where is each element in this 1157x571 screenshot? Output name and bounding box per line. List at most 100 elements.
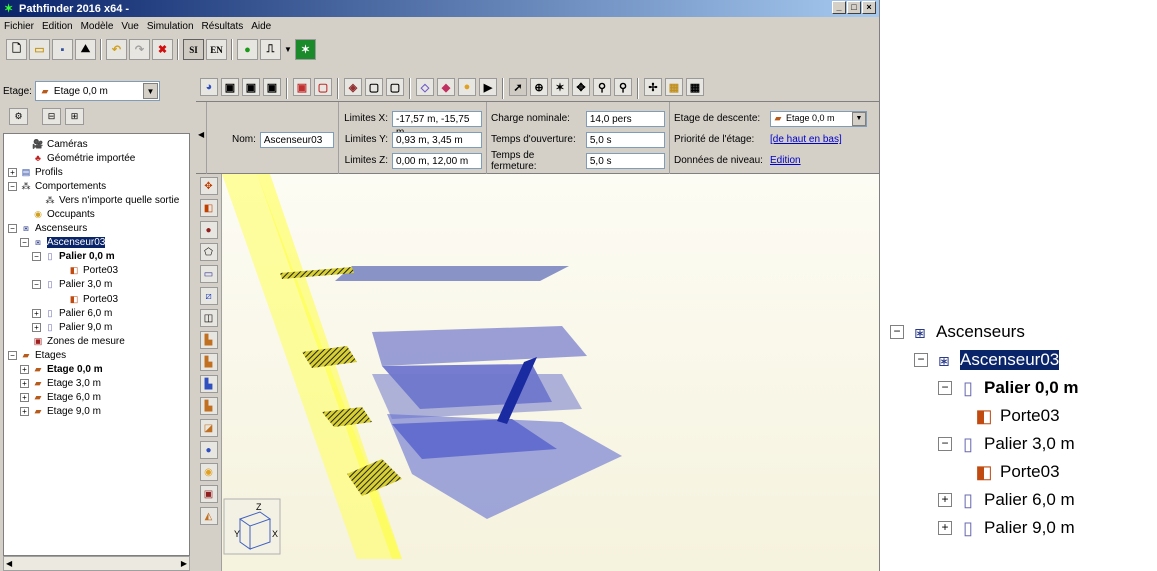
opening-time-input[interactable]: 5,0 s bbox=[585, 131, 665, 148]
tree-item[interactable]: ◧ Porte03 bbox=[4, 264, 189, 278]
menu-fichier[interactable]: Fichier bbox=[4, 21, 34, 32]
axis-gizmo[interactable]: Z X Y bbox=[223, 498, 281, 555]
minimize-button[interactable]: _ bbox=[832, 1, 846, 14]
tree-item[interactable]: ◉ Occupants bbox=[4, 207, 189, 221]
maximize-button[interactable]: □ bbox=[847, 1, 861, 14]
limits-x-input[interactable]: -17,57 m, -15,75 m bbox=[392, 110, 482, 138]
collapse-toggle-icon[interactable]: − bbox=[8, 224, 17, 234]
occupant-tool-icon[interactable]: ● bbox=[199, 221, 218, 239]
layers-icon[interactable]: ◇ bbox=[416, 78, 434, 96]
undo-icon[interactable]: ↶ bbox=[106, 39, 127, 60]
elevator-tool-icon[interactable]: ▙ bbox=[199, 331, 218, 349]
collapse-toggle-icon[interactable]: − bbox=[890, 325, 904, 339]
rect-room-tool-icon[interactable]: ▭ bbox=[199, 265, 218, 283]
stair-tool-icon[interactable]: ⧄ bbox=[199, 287, 218, 305]
camera-view-icon[interactable]: ▶ bbox=[479, 78, 497, 96]
tree-item[interactable]: − ▯ Palier 0,0 m bbox=[882, 374, 1157, 402]
floor-priority-link[interactable]: [de haut en bas] bbox=[770, 134, 842, 145]
expand-all-icon[interactable]: ⊞ bbox=[65, 108, 84, 125]
close-button[interactable]: × bbox=[862, 1, 876, 14]
si-units-button[interactable]: SI bbox=[183, 39, 204, 60]
tree-item[interactable]: ♣ Géométrie importée bbox=[4, 151, 189, 165]
new-file-icon[interactable]: 🗋 bbox=[6, 39, 27, 60]
expand-toggle-icon[interactable]: + bbox=[8, 167, 17, 177]
tree-item[interactable]: − ⁂ Comportements bbox=[4, 179, 189, 193]
orbit-icon[interactable]: ⊕ bbox=[530, 78, 548, 96]
tree-item[interactable]: ▣ Zones de mesure bbox=[4, 334, 189, 348]
menu-edition[interactable]: Edition bbox=[42, 21, 73, 32]
person-tool-icon[interactable]: ● bbox=[199, 441, 218, 459]
measure-tool-icon[interactable]: ▣ bbox=[199, 485, 218, 503]
chevron-down-icon[interactable]: ▼ bbox=[142, 83, 158, 99]
menu-resultats[interactable]: Résultats bbox=[202, 21, 244, 32]
collapse-toggle-icon[interactable]: − bbox=[914, 353, 928, 367]
zoom-box-icon[interactable]: ⚲ bbox=[614, 78, 632, 96]
view-top-icon[interactable]: ▣ bbox=[221, 78, 239, 96]
collapse-panel-icon[interactable]: ◀ bbox=[198, 130, 204, 139]
expand-toggle-icon[interactable]: + bbox=[32, 322, 41, 332]
wireframe-icon[interactable]: ▢ bbox=[365, 78, 383, 96]
scroll-right-icon[interactable]: ▶ bbox=[181, 559, 187, 568]
door-tool-icon[interactable]: ◧ bbox=[199, 199, 218, 217]
collapse-toggle-icon[interactable]: − bbox=[8, 350, 17, 360]
tree-item[interactable]: + ▯ Palier 6,0 m bbox=[882, 486, 1157, 514]
results-icon[interactable]: ⎍ bbox=[260, 39, 281, 60]
collapse-all-icon[interactable]: ⊟ bbox=[42, 108, 61, 125]
stair-up-tool-icon[interactable]: ▙ bbox=[199, 397, 218, 415]
closing-time-input[interactable]: 5,0 s bbox=[585, 152, 665, 169]
tree-item[interactable]: + ▤ Profils bbox=[4, 165, 189, 179]
walk-icon[interactable]: ✶ bbox=[551, 78, 569, 96]
collapse-toggle-icon[interactable]: − bbox=[938, 381, 952, 395]
floor-plate-0m[interactable] bbox=[387, 414, 622, 519]
tree-horizontal-scrollbar[interactable]: ◀ ▶ bbox=[3, 556, 190, 571]
zoom-icon[interactable]: ⚲ bbox=[593, 78, 611, 96]
expand-toggle-icon[interactable]: + bbox=[938, 521, 952, 535]
menu-vue[interactable]: Vue bbox=[121, 21, 138, 32]
expand-toggle-icon[interactable]: + bbox=[20, 407, 29, 417]
nominal-load-input[interactable]: 14,0 pers bbox=[585, 110, 665, 127]
exit-runner-icon[interactable]: ✶ bbox=[295, 39, 316, 60]
collapse-toggle-icon[interactable]: − bbox=[32, 252, 41, 262]
solid-icon[interactable]: ▢ bbox=[386, 78, 404, 96]
show-walls-icon[interactable]: ▢ bbox=[314, 78, 332, 96]
expand-toggle-icon[interactable]: + bbox=[938, 493, 952, 507]
level-data-link[interactable]: Edition bbox=[770, 155, 801, 166]
run-simulation-icon[interactable]: ● bbox=[237, 39, 258, 60]
render-mode-icon[interactable]: ◈ bbox=[344, 78, 362, 96]
show-geometry-icon[interactable]: ▣ bbox=[293, 78, 311, 96]
tree-item[interactable]: ◧ Porte03 bbox=[882, 458, 1157, 486]
box-tool-icon[interactable]: ◪ bbox=[199, 419, 218, 437]
tree-item[interactable]: + ▯ Palier 6,0 m bbox=[4, 306, 189, 320]
menu-simulation[interactable]: Simulation bbox=[147, 21, 194, 32]
view-side-icon[interactable]: ▣ bbox=[263, 78, 281, 96]
limits-y-input[interactable]: 0,93 m, 3,45 m bbox=[392, 131, 482, 148]
view-front-icon[interactable]: ▣ bbox=[242, 78, 260, 96]
tree-item[interactable]: ◧ Porte03 bbox=[4, 292, 189, 306]
tree-item[interactable]: + ▰ Etage 6,0 m bbox=[4, 391, 189, 405]
menu-aide[interactable]: Aide bbox=[251, 21, 271, 32]
delete-icon[interactable]: ✖ bbox=[152, 39, 173, 60]
tree-item[interactable]: − ▯ Palier 0,0 m bbox=[4, 250, 189, 264]
tree-item[interactable]: + ▯ Palier 9,0 m bbox=[882, 514, 1157, 542]
tree-item[interactable]: + ▰ Etage 0,0 m bbox=[4, 363, 189, 377]
3d-viewport[interactable]: Z X Y bbox=[222, 174, 879, 571]
view-reset-icon[interactable]: ◕ bbox=[200, 78, 218, 96]
snap-icon[interactable]: ✢ bbox=[644, 78, 662, 96]
import-icon[interactable]: ⛰ bbox=[75, 39, 96, 60]
tree-item[interactable]: ◧ Porte03 bbox=[882, 402, 1157, 430]
redo-icon[interactable]: ↷ bbox=[129, 39, 150, 60]
filter-icon[interactable]: ⚙ bbox=[9, 108, 28, 125]
open-folder-icon[interactable]: ▭ bbox=[29, 39, 50, 60]
collapse-toggle-icon[interactable]: − bbox=[20, 238, 29, 248]
tree-item[interactable]: − ⧆ Ascenseur03 bbox=[882, 346, 1157, 374]
floor-plate-3m[interactable] bbox=[372, 374, 582, 419]
tree-item[interactable]: 🎥 Caméras bbox=[4, 137, 189, 151]
name-input[interactable]: Ascenseur03 bbox=[259, 131, 334, 148]
tree-item[interactable]: + ▯ Palier 9,0 m bbox=[4, 320, 189, 334]
select-pointer-icon[interactable]: ➚ bbox=[509, 78, 527, 96]
ramp-tool-icon[interactable]: ▙ bbox=[199, 375, 218, 393]
move-tool-icon[interactable]: ✥ bbox=[199, 177, 218, 195]
floor-visibility-icon[interactable]: ◆ bbox=[437, 78, 455, 96]
escalator-tool-icon[interactable]: ▙ bbox=[199, 353, 218, 371]
tree-item[interactable]: ⁂ Vers n'importe quelle sortie bbox=[4, 193, 189, 207]
